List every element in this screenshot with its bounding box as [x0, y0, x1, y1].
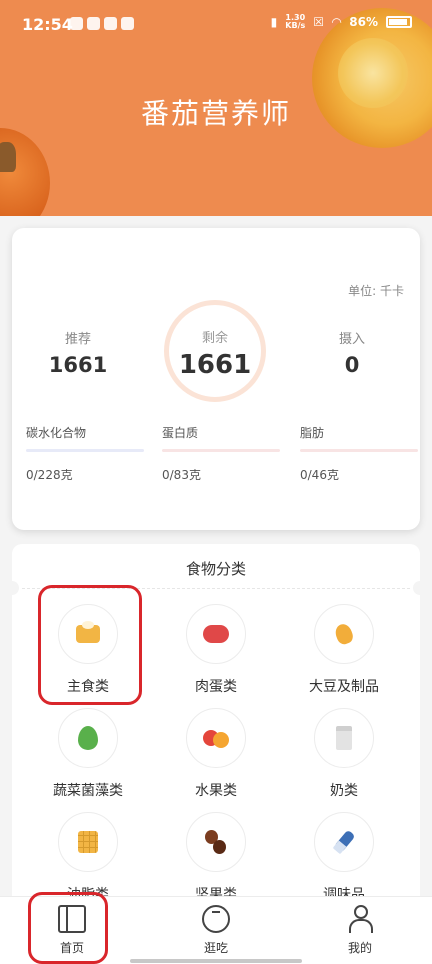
notch-right [413, 581, 420, 595]
macro-name: 碳水化合物 [26, 426, 87, 440]
app-icon [121, 17, 134, 30]
sim-icon: ☒ [313, 15, 325, 29]
tab-browse[interactable]: 逛吃 [166, 905, 266, 956]
highlight-staple-category [38, 585, 142, 705]
category-label: 肉蛋类 [195, 679, 237, 695]
category-meat-egg[interactable]: 肉蛋类 [156, 604, 276, 696]
category-oil[interactable]: 油脂类 [28, 812, 148, 896]
network-speed: 1.30 KB/s [285, 14, 305, 30]
food-category-title: 食物分类 [185, 560, 246, 578]
category-nut[interactable]: 坚果类 [156, 812, 276, 896]
meat-icon [186, 604, 246, 664]
category-label: 蔬菜菌藻类 [53, 783, 123, 799]
category-label: 调味品 [323, 887, 365, 896]
category-label: 大豆及制品 [309, 679, 379, 695]
vegetable-icon [58, 708, 118, 768]
remaining-ring: 剩余 1661 [164, 300, 266, 402]
macro-progress-bar [300, 449, 418, 452]
remaining-value: 1661 [178, 350, 252, 380]
weibo-icon [87, 17, 100, 30]
category-soybean[interactable]: 大豆及制品 [284, 604, 404, 696]
macro-progress-bar [26, 449, 144, 452]
category-fruit[interactable]: 水果类 [156, 708, 276, 800]
speed-unit: KB/s [285, 21, 306, 30]
recommended-label: 推荐 [64, 332, 91, 347]
highlight-home-tab [28, 892, 108, 964]
category-seasoning[interactable]: 调味品 [284, 812, 404, 896]
category-vegetable[interactable]: 蔬菜菌藻类 [28, 708, 148, 800]
tab-profile[interactable]: 我的 [310, 905, 410, 956]
notification-icons [70, 17, 134, 30]
category-label: 水果类 [195, 783, 237, 799]
soybean-icon [314, 604, 374, 664]
category-label: 奶类 [330, 783, 358, 799]
fruit-icon [186, 708, 246, 768]
tab-label: 我的 [347, 941, 372, 955]
app-notification-icon [70, 17, 83, 30]
home-indicator[interactable] [130, 959, 302, 963]
remaining-label: 剩余 [201, 331, 228, 346]
battery-percent: 86% [349, 15, 378, 29]
milk-icon [314, 708, 374, 768]
macro-amount: 0/83克 [162, 468, 201, 482]
seasoning-icon [314, 812, 374, 872]
macro-amount: 0/46克 [300, 468, 339, 482]
macro-protein: 蛋白质 0/83克 [162, 424, 280, 483]
energy-card: 单位: 千卡 推荐 1661 剩余 1661 摄入 0 碳水化合物 0/228克… [12, 228, 420, 530]
macro-name: 脂肪 [300, 426, 325, 440]
category-milk[interactable]: 奶类 [284, 708, 404, 800]
recommended-stat: 推荐 1661 [18, 328, 138, 377]
category-label: 坚果类 [195, 887, 237, 896]
vibrate-icon: ▮ [270, 15, 278, 29]
battery-icon [386, 16, 412, 28]
status-time: 12:54 [22, 15, 73, 34]
oil-waffle-icon [58, 812, 118, 872]
macro-progress-bar [162, 449, 280, 452]
recommended-value: 1661 [48, 353, 108, 377]
header: 12:54 ▮ 1.30 KB/s ☒ ◠ 86% 番茄营养师 [0, 0, 432, 216]
intake-stat: 摄入 0 [292, 328, 412, 377]
macro-amount: 0/228克 [26, 468, 73, 482]
wifi-icon: ◠ [332, 15, 342, 29]
page-title: 番茄营养师 [140, 97, 291, 130]
status-right: ▮ 1.30 KB/s ☒ ◠ 86% [271, 14, 412, 30]
unit-label: 单位: 千卡 [348, 284, 404, 298]
tomato-icon [202, 905, 230, 933]
intake-label: 摄入 [338, 332, 365, 347]
macro-carbs: 碳水化合物 0/228克 [26, 424, 144, 483]
pumpkin-decoration-left [0, 128, 50, 216]
macro-fat: 脂肪 0/46克 [300, 424, 418, 483]
notch-left [12, 581, 19, 595]
macro-name: 蛋白质 [162, 426, 199, 440]
status-bar: 12:54 ▮ 1.30 KB/s ☒ ◠ 86% [0, 0, 432, 52]
nut-icon [186, 812, 246, 872]
intake-value: 0 [344, 353, 360, 377]
profile-icon [346, 905, 374, 933]
tab-label: 逛吃 [203, 941, 228, 955]
message-icon [104, 17, 117, 30]
